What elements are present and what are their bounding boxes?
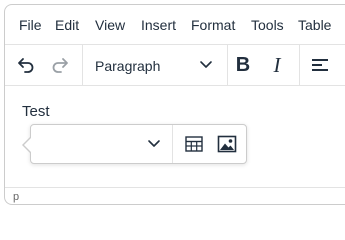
quick-insert-toolbar (22, 124, 247, 164)
undo-button[interactable] (11, 51, 41, 79)
menu-view[interactable]: View (95, 17, 125, 33)
insert-image-button[interactable] (213, 131, 241, 157)
element-path[interactable]: p (13, 191, 19, 204)
quickbar-divider (172, 125, 173, 163)
toolbar: Paragraph B I (5, 44, 345, 86)
insert-table-button[interactable] (180, 131, 208, 157)
block-format-select[interactable]: Paragraph (91, 51, 221, 79)
menubar: File Edit View Insert Format Tools Table (5, 5, 345, 43)
menu-insert[interactable]: Insert (141, 17, 176, 33)
bold-icon: B (235, 53, 251, 76)
toolbar-divider (82, 45, 83, 85)
block-format-value: Paragraph (95, 58, 161, 74)
image-icon (217, 135, 237, 153)
paragraph-text[interactable]: Test (22, 103, 50, 121)
chevron-down-icon (199, 59, 213, 71)
redo-icon (50, 55, 70, 75)
popup-arrow-fill (24, 137, 32, 153)
menu-file[interactable]: File (19, 17, 42, 33)
menu-tools[interactable]: Tools (251, 17, 284, 33)
rich-text-editor: File Edit View Insert Format Tools Table (4, 4, 345, 205)
italic-button[interactable]: I (262, 51, 292, 79)
menu-format[interactable]: Format (191, 17, 235, 33)
menu-edit[interactable]: Edit (55, 17, 79, 33)
bold-button[interactable]: B (228, 51, 258, 79)
toolbar-divider (299, 45, 300, 85)
quick-format-select[interactable] (35, 130, 165, 158)
align-left-icon (310, 55, 330, 75)
redo-button[interactable] (45, 51, 75, 79)
menu-table[interactable]: Table (298, 17, 331, 33)
statusbar: p (5, 187, 345, 204)
italic-icon: I (273, 52, 281, 77)
undo-icon (16, 55, 36, 75)
chevron-down-icon (147, 138, 161, 150)
align-left-button[interactable] (305, 51, 335, 79)
table-icon (185, 136, 203, 152)
